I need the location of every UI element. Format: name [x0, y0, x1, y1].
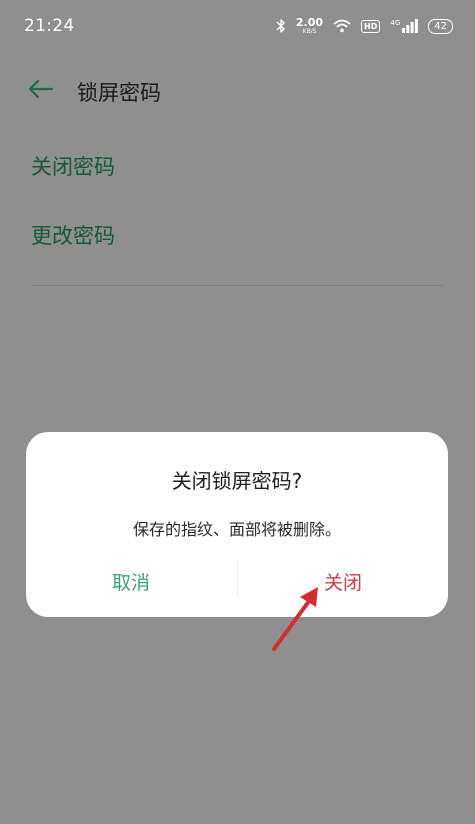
- status-bar: 21:24 2.00 KB/S HD 4G 42: [0, 0, 475, 56]
- network-speed-unit: KB/S: [302, 28, 317, 35]
- wifi-icon: [333, 19, 351, 33]
- network-type-label: 4G: [390, 19, 401, 27]
- menu-item-change-password[interactable]: 更改密码: [31, 220, 115, 250]
- network-speed: 2.00 KB/S: [296, 17, 323, 35]
- network-speed-value: 2.00: [295, 16, 324, 29]
- list-divider: [31, 285, 443, 286]
- annotation-arrow-icon: [272, 587, 318, 651]
- dialog-title: 关闭锁屏密码?: [171, 469, 303, 493]
- battery-icon: 42: [428, 18, 453, 34]
- cellular-signal-icon: 4G: [390, 19, 419, 33]
- top-bar: 锁屏密码: [0, 56, 475, 122]
- hd-badge-icon: HD: [361, 19, 381, 33]
- menu-item-disable-password[interactable]: 关闭密码: [31, 151, 115, 181]
- bluetooth-icon: [276, 19, 285, 33]
- dialog-message: 保存的指纹、面部将被删除。: [132, 520, 341, 539]
- status-time: 21:24: [24, 16, 75, 36]
- confirm-dialog: 关闭锁屏密码? 保存的指纹、面部将被删除。 取消 关闭: [26, 432, 448, 617]
- status-icons: 2.00 KB/S HD 4G 42: [276, 17, 453, 35]
- back-arrow-icon[interactable]: [26, 76, 56, 102]
- cancel-button[interactable]: 取消: [26, 568, 236, 595]
- page-title: 锁屏密码: [77, 81, 161, 105]
